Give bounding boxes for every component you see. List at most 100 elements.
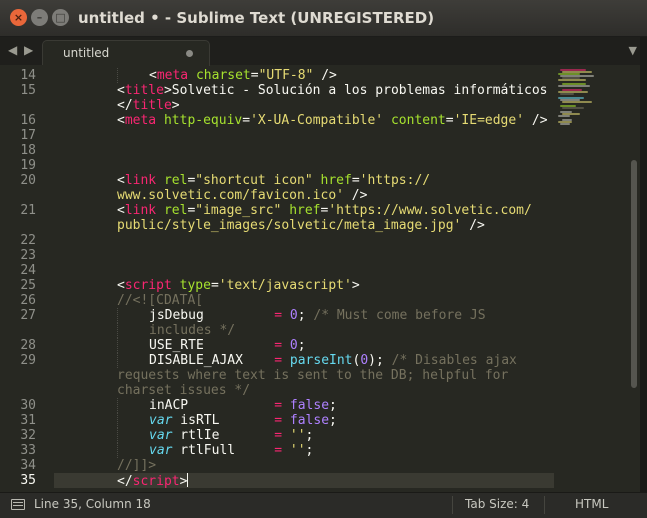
cursor-position: Line 35, Column 18 (34, 497, 151, 511)
title-bar: × – □ untitled • - Sublime Text (UNREGIS… (0, 0, 647, 37)
code-line[interactable]: <meta http-equiv='X-UA-Compatible' conte… (54, 113, 554, 128)
code-token: ; (305, 428, 314, 443)
code-token: requests where text is sent to the DB; h… (117, 368, 509, 383)
code-token: /> (461, 218, 485, 233)
code-token: ; (297, 308, 314, 323)
code-line[interactable] (54, 128, 554, 143)
code-token: isRTL (172, 413, 275, 428)
code-text: USE_RTE = 0; (149, 338, 306, 353)
line-number: 20 (20, 173, 36, 188)
code-token: = (274, 308, 283, 323)
code-token: 'https:// (359, 173, 431, 188)
indent-guide (117, 68, 118, 83)
code-token: //]]> (117, 458, 157, 473)
code-text: DISABLE_AJAX = parseInt(0); /* Disables … (149, 353, 517, 368)
code-token: > (351, 278, 360, 293)
code-line[interactable]: <script type='text/javascript'> (54, 278, 554, 293)
line-number: 18 (20, 143, 36, 158)
code-line[interactable]: inACP = false; (54, 398, 554, 413)
line-number-gutter: 14 15 16 17 18 19 20 21 22 23 24 25 26 27 28 29 30 31 32 33… (0, 65, 54, 492)
tab-size-selector[interactable]: Tab Size: 4 (465, 497, 529, 511)
code-token: = (274, 338, 283, 353)
tab-menu-icon[interactable]: ▼ (629, 44, 637, 57)
code-token: 0 (289, 338, 298, 353)
minimap-stroke (562, 101, 592, 103)
scrollbar-thumb[interactable] (631, 160, 637, 388)
code-token: '' (289, 428, 306, 443)
code-line[interactable]: var rtlFull = ''; (54, 443, 554, 458)
vertical-scrollbar[interactable] (628, 65, 640, 492)
code-token: = (242, 113, 251, 128)
tab-nav-right-icon[interactable]: ▶ (24, 43, 33, 57)
code-token: rtlIe (172, 428, 275, 443)
code-token: rel (163, 203, 188, 218)
close-window-button[interactable]: × (10, 9, 27, 26)
code-text: includes */ (149, 323, 235, 338)
code-line[interactable]: var isRTL = false; (54, 413, 554, 428)
code-token: http-equiv (163, 113, 243, 128)
indent-guide (117, 398, 118, 413)
code-line[interactable]: DISABLE_AJAX = parseInt(0); /* Disables … (54, 353, 554, 368)
code-token: "shortcut icon" (195, 173, 313, 188)
tab-nav-left-icon[interactable]: ◀ (8, 43, 17, 57)
code-token: = (274, 428, 283, 443)
code-line[interactable]: jsDebug = 0; /* Must come before JS (54, 308, 554, 323)
code-line[interactable]: public/style_images/solvetic/meta_image.… (54, 218, 554, 233)
unsaved-dot-icon[interactable] (186, 50, 193, 57)
code-line[interactable]: </script> (54, 473, 554, 489)
code-text: var isRTL = false; (149, 413, 337, 428)
code-line[interactable]: www.solvetic.com/favicon.ico' /> (54, 188, 554, 203)
code-line[interactable]: var rtlIe = ''; (54, 428, 554, 443)
code-line[interactable] (54, 233, 554, 248)
code-token: /* Must come before JS (313, 308, 486, 323)
code-line[interactable]: includes */ (54, 323, 554, 338)
panel-toggle-icon[interactable] (11, 499, 25, 510)
indent-guide (117, 308, 118, 323)
code-line[interactable]: <link rel="shortcut icon" href='https:// (54, 173, 554, 188)
code-token: </ (117, 98, 133, 113)
tab-untitled[interactable]: untitled (42, 40, 210, 66)
indent-guide (117, 323, 118, 338)
code-line[interactable]: //]]> (54, 458, 554, 473)
code-token: ; (305, 443, 314, 458)
code-text: var rtlIe = ''; (149, 428, 313, 443)
line-number: 30 (20, 398, 36, 413)
code-token: title (132, 98, 172, 113)
code-line[interactable]: USE_RTE = 0; (54, 338, 554, 353)
code-token: charset issues */ (117, 383, 251, 398)
syntax-selector[interactable]: HTML (575, 497, 608, 511)
code-token: type (179, 278, 211, 293)
code-line[interactable]: </title> (54, 98, 554, 113)
code-token: > (171, 98, 180, 113)
code-line[interactable] (54, 158, 554, 173)
code-line[interactable] (54, 248, 554, 263)
minimap[interactable] (556, 65, 628, 492)
minimap-stroke (562, 107, 584, 109)
code-line[interactable]: <link rel="image_src" href='https://www.… (54, 203, 554, 218)
code-token: parseInt (289, 353, 353, 368)
code-text: //]]> (117, 458, 156, 473)
code-line[interactable]: <title>Solvetic - Solución a los problem… (54, 83, 554, 98)
code-line[interactable]: charset issues */ (54, 383, 554, 398)
code-token: rel (163, 173, 188, 188)
minimize-window-button[interactable]: – (31, 9, 48, 26)
code-line[interactable]: //<![CDATA[ (54, 293, 554, 308)
code-line[interactable]: requests where text is sent to the DB; h… (54, 368, 554, 383)
code-line[interactable]: <meta charset="UTF-8" /> (54, 68, 554, 83)
code-area[interactable]: <meta charset="UTF-8" /> <title>Solvetic … (54, 65, 554, 492)
code-text: <link rel="image_src" href='https://www.… (117, 203, 532, 218)
code-token: link (124, 173, 157, 188)
code-text: <meta http-equiv='X-UA-Compatible' conte… (117, 113, 548, 128)
line-number: 14 (20, 68, 36, 83)
maximize-window-button[interactable]: □ (52, 9, 69, 26)
status-bar: Line 35, Column 18 Tab Size: 4 HTML (0, 492, 647, 518)
code-line[interactable] (54, 143, 554, 158)
code-line[interactable] (54, 263, 554, 278)
code-token: 'IE=edge' (453, 113, 525, 128)
line-number: 22 (20, 233, 36, 248)
code-token: /> (313, 68, 337, 83)
code-token: link (124, 203, 157, 218)
code-token: ); (368, 353, 392, 368)
